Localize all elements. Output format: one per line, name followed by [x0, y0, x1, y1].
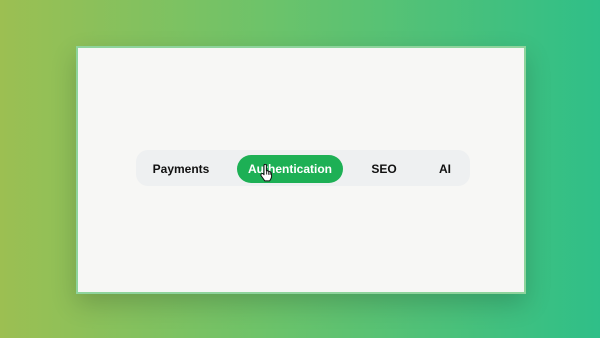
tab-authentication[interactable]: Authentication	[237, 155, 343, 183]
tab-seo[interactable]: SEO	[364, 155, 404, 183]
tab-bar: Payments Authentication SEO AI	[136, 150, 470, 186]
tab-ai[interactable]: AI	[434, 155, 456, 183]
hand-pointer-icon	[260, 164, 273, 182]
tab-payments[interactable]: Payments	[142, 155, 220, 183]
tabs-demo-panel: Payments Authentication SEO AI	[76, 46, 526, 294]
